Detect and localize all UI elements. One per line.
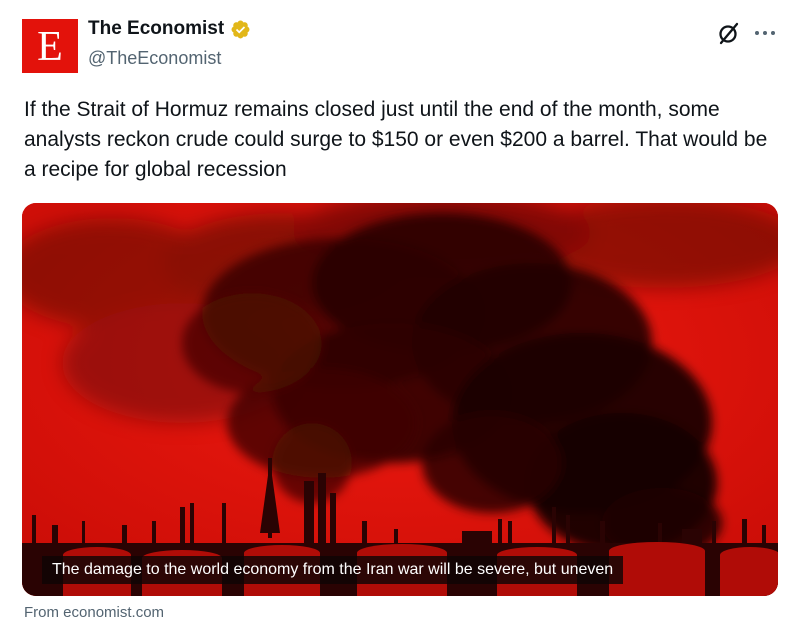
source-link[interactable]: From economist.com (24, 604, 164, 621)
grok-icon[interactable] (716, 20, 742, 46)
avatar-letter: E (37, 24, 63, 70)
verified-badge-icon (231, 20, 250, 38)
tweet-text: If the Strait of Hormuz remains closed j… (24, 98, 768, 181)
avatar[interactable]: E (22, 19, 78, 73)
refinery-smoke-image (22, 203, 778, 596)
author-name-row: The Economist (88, 18, 251, 40)
more-icon[interactable] (752, 22, 778, 44)
display-name[interactable]: The Economist (88, 18, 224, 40)
link-card-image[interactable] (22, 203, 778, 596)
handle[interactable]: @TheEconomist (88, 48, 221, 69)
image-caption: The damage to the world economy from the… (42, 556, 624, 584)
